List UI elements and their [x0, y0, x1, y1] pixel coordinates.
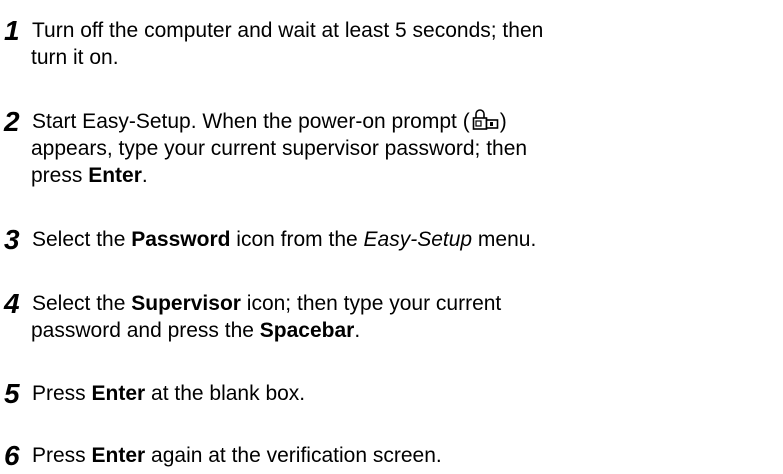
- step-text-line: appears, type your current supervisor pa…: [31, 137, 528, 160]
- step-text-line: press Enter.: [31, 164, 148, 187]
- key-name: Enter: [88, 164, 142, 187]
- icon-name: Supervisor: [131, 292, 241, 315]
- step-text-line: Turn off the computer and wait at least …: [32, 19, 544, 42]
- step-number: 3: [4, 224, 20, 255]
- step-text-line: Start Easy-Setup. When the power-on prom…: [32, 109, 507, 133]
- key-name: Spacebar: [259, 319, 355, 342]
- step-text-line: Press Enter at the blank box.: [32, 382, 306, 405]
- step-text-line: turn it on.: [31, 46, 119, 69]
- step-text-line: Select the Password icon from the Easy-S…: [32, 228, 537, 251]
- step-text-line: password and press the Spacebar.: [31, 319, 361, 342]
- step-number: 1: [4, 15, 20, 46]
- step-text-line: Press Enter again at the verification sc…: [32, 444, 442, 467]
- step-number: 4: [4, 288, 20, 319]
- key-name: Enter: [91, 444, 146, 467]
- icon-name: Password: [131, 228, 231, 251]
- step-number: 6: [4, 440, 20, 471]
- menu-name: Easy-Setup: [363, 228, 473, 251]
- key-name: Enter: [91, 382, 146, 405]
- power-on-prompt-icon: [471, 109, 499, 131]
- step-text-line: Select the Supervisor icon; then type yo…: [32, 292, 502, 315]
- step-number: 2: [4, 106, 20, 137]
- step-number: 5: [4, 378, 20, 409]
